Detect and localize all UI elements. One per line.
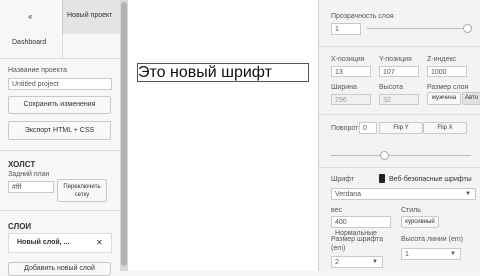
line-height-select[interactable]: 1 ▼	[401, 248, 461, 260]
chevron-down-icon: ▼	[450, 251, 456, 257]
tab-dashboard[interactable]: Dashboard	[12, 39, 46, 46]
layer-item-label: Новый слой, ...	[17, 239, 70, 246]
italic-style-button[interactable]: курсивный	[401, 216, 439, 228]
layer-size-manual-button[interactable]: мужчина	[427, 92, 461, 105]
layers-section-header: СЛОИ	[8, 222, 32, 231]
background-label: Задний план	[8, 171, 50, 178]
tab-new-project[interactable]: Новый проект	[62, 0, 121, 34]
tab-new-project-label: Новый проект	[67, 12, 113, 19]
background-color-input[interactable]: #fff	[8, 181, 54, 193]
sidebar-scrollbar-thumb[interactable]	[121, 2, 127, 266]
websafe-fonts-label[interactable]: Веб-безопасные шрифты	[389, 176, 472, 183]
font-weight-select[interactable]: 400 Нормальные	[331, 216, 391, 237]
flip-y-button[interactable]: Flip Y	[379, 122, 423, 134]
font-size-unit-label: (em)	[331, 245, 346, 252]
add-layer-button[interactable]: Добавить новый слой	[8, 262, 111, 276]
toggle-grid-label-1: Переключить	[63, 184, 101, 190]
x-position-input[interactable]: 13	[331, 66, 371, 77]
rotate-label: Поворот	[331, 125, 359, 132]
width-input[interactable]: 296	[331, 94, 371, 105]
export-html-css-button[interactable]: Экспорт HTML + CSS	[8, 121, 111, 140]
opacity-label: Прозрачность слоя	[331, 13, 394, 20]
divider	[0, 210, 120, 211]
font-size-label: Размер шрифта	[331, 236, 384, 243]
rotate-slider-track	[331, 155, 471, 156]
back-icon: «	[28, 12, 33, 21]
divider	[0, 150, 120, 151]
sidebar-tabs: « Dashboard Новый проект	[0, 0, 121, 59]
left-sidebar: « Dashboard Новый проект Название проект…	[0, 0, 121, 276]
layer-size-label: Размер слоя	[427, 84, 469, 91]
close-icon[interactable]: ✕	[96, 238, 103, 247]
font-size-select[interactable]: 2 ▼	[331, 256, 383, 268]
mobile-icon	[379, 174, 385, 183]
layer-item[interactable]: Новый слой, ... ✕	[8, 233, 112, 253]
font-label: Шрифт	[331, 176, 355, 183]
toggle-grid-button[interactable]: Переключить сетку	[57, 179, 107, 202]
width-label: Ширина	[331, 84, 357, 91]
height-input[interactable]: 32	[379, 94, 419, 105]
opacity-slider-thumb[interactable]	[463, 24, 472, 33]
toggle-grid-label-2: сетку	[74, 192, 90, 198]
font-size-value: 2	[335, 259, 339, 266]
rotate-input[interactable]: 0	[359, 122, 377, 134]
font-weight-value: 400 Нормальные	[335, 219, 378, 237]
z-index-input[interactable]: 1000	[427, 66, 467, 77]
x-position-label: X-позиция	[331, 56, 365, 63]
line-height-label: Высота линии (em)	[401, 236, 463, 243]
canvas-section-header: ХОЛСТ	[8, 160, 36, 169]
chevron-down-icon: ▼	[372, 259, 378, 265]
flip-x-button[interactable]: Flip X	[423, 122, 467, 134]
line-height-value: 1	[405, 251, 409, 258]
project-name-label: Название проекта	[8, 67, 67, 74]
font-family-value: Verdana	[335, 191, 362, 198]
weight-label: вес	[331, 207, 343, 214]
y-position-input[interactable]: 107	[379, 66, 419, 77]
opacity-slider-track	[367, 28, 467, 29]
rotate-slider-thumb[interactable]	[380, 151, 390, 160]
height-label: Высота	[379, 84, 404, 91]
divider	[319, 114, 480, 115]
chevron-down-icon: ▼	[465, 191, 471, 197]
style-label: Стиль	[401, 207, 421, 214]
y-position-label: Y-позиция	[379, 56, 412, 63]
canvas-text-layer[interactable]: Это новый шрифт	[137, 63, 309, 82]
back-tab[interactable]: « Dashboard	[0, 0, 63, 58]
properties-panel: Прозрачность слоя 1 X-позиция Y-позиция …	[318, 0, 480, 271]
divider	[319, 167, 480, 168]
layer-size-auto-button[interactable]: Авто	[462, 92, 480, 105]
z-index-label: Z-индекс	[427, 56, 457, 63]
design-canvas[interactable]: Это новый шрифт	[128, 0, 318, 271]
project-name-input[interactable]: Untitled project	[8, 78, 112, 90]
font-family-select[interactable]: Verdana ▼	[331, 188, 476, 200]
divider	[319, 46, 480, 47]
save-changes-button[interactable]: Сохранить изменения	[8, 96, 111, 114]
opacity-input[interactable]: 1	[331, 23, 361, 35]
